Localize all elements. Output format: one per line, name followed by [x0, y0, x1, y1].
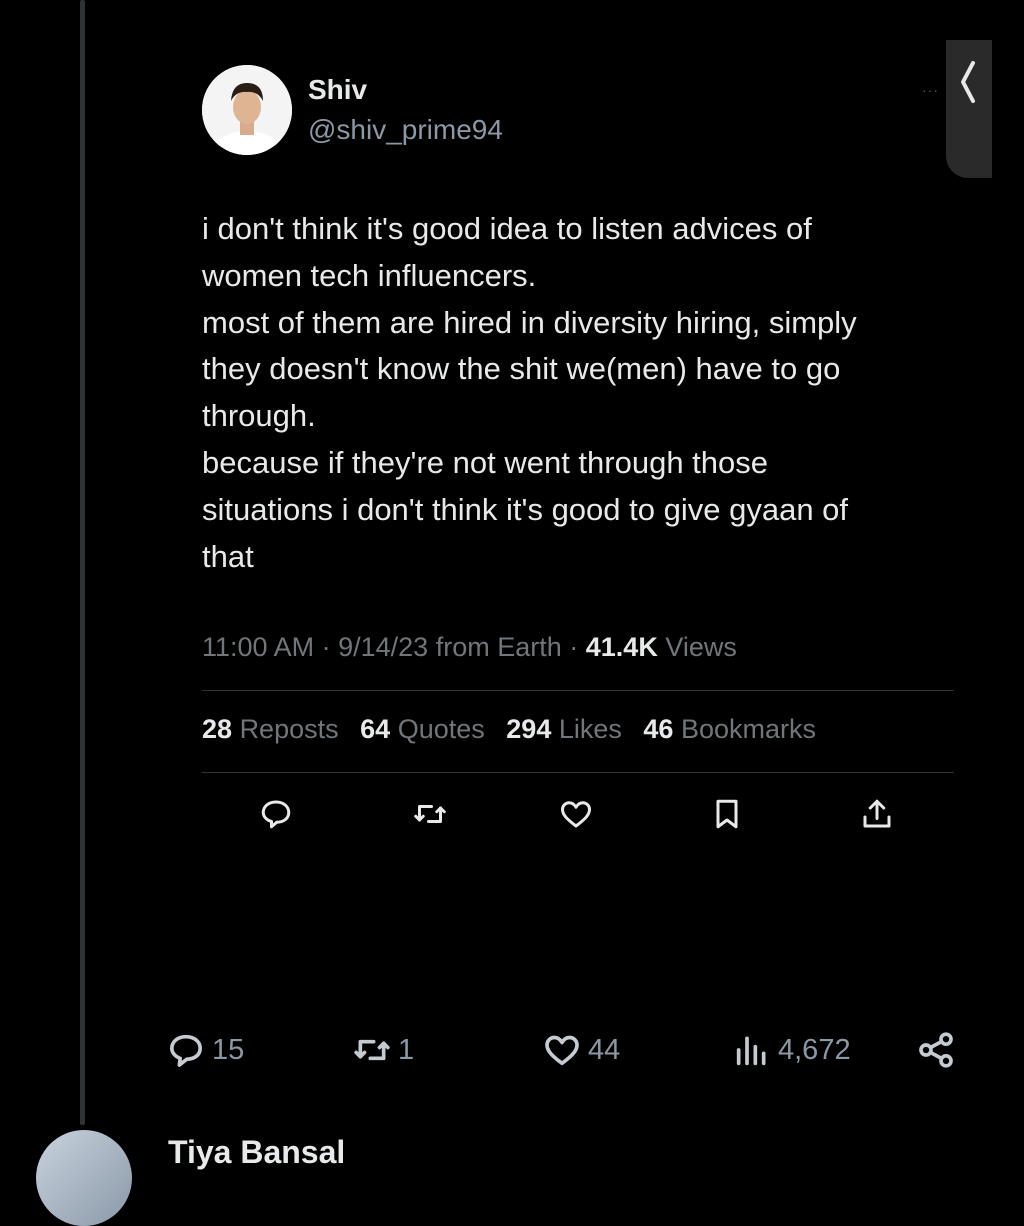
reply-author-name[interactable]: Tiya Bansal: [168, 1134, 345, 1171]
bookmark-button[interactable]: [709, 796, 745, 832]
bottom-likes[interactable]: 44: [542, 1030, 620, 1070]
reply-button[interactable]: [258, 796, 294, 832]
tweet-text: i don't think it's good idea to listen a…: [202, 211, 857, 574]
bookmark-icon: [716, 799, 738, 829]
share-nodes-icon: [919, 1032, 953, 1068]
replies-count: 15: [212, 1033, 245, 1066]
likes-stat[interactable]: 294 Likes: [506, 714, 622, 744]
avatar-image: [202, 65, 292, 155]
reply-icon: [261, 800, 291, 829]
reposts-stat[interactable]: 28 Reposts: [202, 714, 339, 744]
bottom-share[interactable]: [916, 1030, 956, 1070]
divider-top: [202, 690, 954, 691]
chevron-left-icon: [961, 61, 975, 103]
repost-button[interactable]: [412, 796, 448, 832]
tweet-meta: 11:00 AM · 9/14/23 from Earth · 41.4K Vi…: [202, 632, 737, 662]
reply-avatar[interactable]: [36, 1130, 132, 1226]
tweet-source: from Earth: [435, 632, 562, 662]
author-name[interactable]: Shiv: [308, 74, 367, 106]
quotes-stat[interactable]: 64 Quotes: [360, 714, 485, 744]
reposts-count: 1: [398, 1033, 415, 1066]
repost-icon: [354, 1039, 390, 1061]
share-button[interactable]: [859, 796, 895, 832]
heart-icon: [561, 801, 591, 828]
share-icon: [863, 799, 891, 828]
bottom-views[interactable]: 4,672: [732, 1030, 851, 1070]
like-button[interactable]: [558, 796, 594, 832]
heart-icon: [545, 1035, 579, 1066]
views-label: Views: [665, 632, 737, 662]
views-count-bottom: 4,672: [778, 1033, 851, 1066]
side-panel-tab[interactable]: [946, 40, 992, 178]
bookmarks-stat[interactable]: 46 Bookmarks: [643, 714, 816, 744]
tweet-time[interactable]: 11:00 AM: [202, 632, 314, 662]
bottom-reposts[interactable]: 1: [352, 1030, 414, 1070]
avatar[interactable]: [202, 65, 292, 155]
divider-bottom: [202, 772, 954, 773]
thread-line: [80, 0, 85, 1125]
bottom-replies[interactable]: 15: [166, 1030, 244, 1070]
author-handle[interactable]: @shiv_prime94: [308, 114, 503, 146]
tweet-date[interactable]: 9/14/23: [338, 632, 428, 662]
likes-count: 44: [588, 1033, 621, 1066]
comment-icon: [170, 1034, 203, 1067]
more-dots[interactable]: ···: [922, 82, 939, 98]
engagement-stats: 28 Reposts 64 Quotes 294 Likes 46 Bookma…: [202, 714, 830, 745]
views-chart-icon: [736, 1036, 766, 1066]
repost-icon: [414, 805, 446, 823]
views-count: 41.4K: [585, 632, 658, 662]
